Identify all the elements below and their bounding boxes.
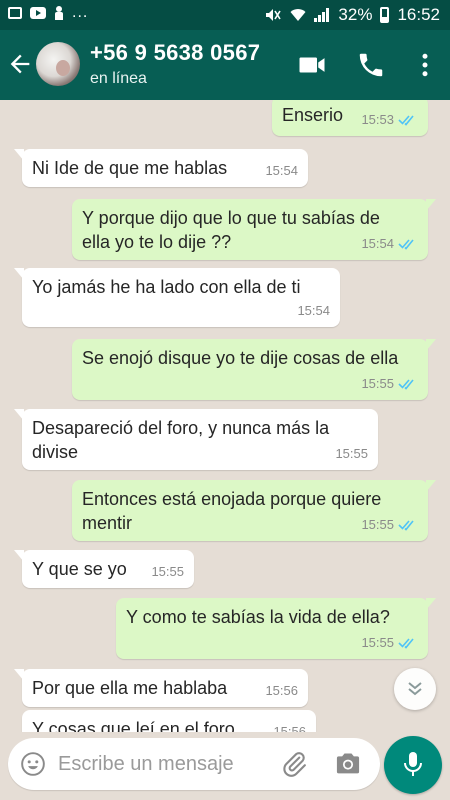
message-meta: 15:54 <box>361 232 418 256</box>
contact-avatar[interactable] <box>36 42 80 86</box>
message-text: Ni Ide de que me hablas <box>32 158 228 178</box>
composer-bar <box>0 732 450 800</box>
read-ticks-icon <box>398 239 414 250</box>
video-call-icon[interactable] <box>297 50 327 80</box>
more-notifications-label: ... <box>72 4 89 21</box>
clock: 16:52 <box>397 5 440 24</box>
message-incoming[interactable]: Y cosas que leí en el foro 15:56 <box>22 710 316 732</box>
message-time: 15:54 <box>361 236 394 251</box>
arrow-back-icon[interactable] <box>6 50 34 78</box>
message-time: 15:54 <box>297 303 330 318</box>
message-meta: 15:55 <box>361 372 418 396</box>
composer-pill <box>8 738 380 790</box>
message-outgoing[interactable]: Entonces está enojada porque quiere ment… <box>72 480 436 541</box>
message-meta: 15:55 <box>361 513 418 537</box>
gallery-notification-icon <box>8 7 22 19</box>
message-text: Yo jamás he ha lado con ella de ti <box>32 277 301 297</box>
message-meta: 15:54 <box>265 159 298 183</box>
message-text: Y que se yo <box>32 559 127 579</box>
read-ticks-icon <box>398 638 414 649</box>
message-time: 15:55 <box>361 635 394 650</box>
wifi-icon <box>290 9 306 21</box>
message-meta: 15:55 <box>335 442 368 466</box>
message-time: 15:55 <box>151 564 184 579</box>
status-bar: ... 32% 16:52 <box>0 0 450 30</box>
message-outgoing[interactable]: Se enojó disque yo te dije cosas de ella… <box>72 339 436 400</box>
read-ticks-icon <box>398 520 414 531</box>
read-ticks-icon <box>398 379 414 390</box>
scroll-to-bottom-button[interactable] <box>394 668 436 710</box>
message-meta: 15:56 <box>265 679 298 703</box>
message-time: 15:53 <box>361 112 394 127</box>
phone-icon[interactable] <box>356 50 386 80</box>
message-text: Se enojó disque yo te dije cosas de ella <box>82 348 399 368</box>
message-meta: 15:56 <box>273 720 306 732</box>
message-incoming[interactable]: Por que ella me hablaba 15:56 <box>14 669 308 707</box>
battery-icon <box>380 7 390 23</box>
battery-percent: 32% <box>338 5 373 24</box>
message-outgoing[interactable]: Y como te sabías la vida de ella? 15:55 <box>116 598 436 659</box>
paperclip-icon[interactable] <box>280 750 308 778</box>
message-text: Enserio <box>282 105 344 125</box>
youtube-notification-icon <box>30 7 46 19</box>
message-meta: 15:53 <box>361 108 418 132</box>
system-indicators: 32% 16:52 <box>264 5 440 25</box>
message-meta: 15:54 <box>297 299 330 323</box>
message-text: Desapareció del foro, y nunca más la div… <box>32 418 330 462</box>
message-time: 15:55 <box>361 517 394 532</box>
chevron-double-down-icon <box>408 682 422 696</box>
message-text: Y cosas que leí en el foro <box>32 719 235 732</box>
read-ticks-icon <box>398 115 414 126</box>
signal-icon <box>314 8 330 22</box>
message-incoming[interactable]: Ni Ide de que me hablas 15:54 <box>14 149 308 187</box>
notification-icons: ... <box>8 4 89 21</box>
message-text: Y como te sabías la vida de ella? <box>126 607 390 627</box>
mute-icon <box>266 9 282 21</box>
person-notification-icon <box>54 6 64 20</box>
message-time: 15:55 <box>335 446 368 461</box>
message-time: 15:56 <box>265 683 298 698</box>
message-input[interactable] <box>58 748 278 780</box>
contact-name[interactable]: +56 9 5638 0567 <box>90 40 260 66</box>
message-list[interactable]: Enserio 15:53 Ni Ide de que me hablas 15… <box>0 100 450 732</box>
message-meta: 15:55 <box>361 631 418 655</box>
message-outgoing[interactable]: Y porque dijo que lo que tu sabías de el… <box>72 199 436 260</box>
microphone-icon <box>404 752 422 776</box>
message-time: 15:54 <box>265 163 298 178</box>
message-time: 15:56 <box>273 724 306 732</box>
camera-icon[interactable] <box>334 750 362 778</box>
message-time: 15:55 <box>361 376 394 391</box>
emoji-icon[interactable] <box>20 751 46 777</box>
message-incoming[interactable]: Yo jamás he ha lado con ella de ti 15:54 <box>14 268 340 327</box>
more-vert-icon[interactable] <box>410 50 440 80</box>
voice-message-button[interactable] <box>384 736 442 794</box>
chat-header: +56 9 5638 0567 en línea <box>0 30 450 100</box>
message-meta: 15:55 <box>151 560 184 584</box>
contact-status: en línea <box>90 70 147 87</box>
message-incoming[interactable]: Desapareció del foro, y nunca más la div… <box>14 409 378 470</box>
message-text: Por que ella me hablaba <box>32 678 228 698</box>
message-incoming[interactable]: Y que se yo 15:55 <box>14 550 194 588</box>
message-outgoing[interactable]: Enserio 15:53 <box>272 100 428 136</box>
message-text: Y porque dijo que lo que tu sabías de el… <box>82 208 380 252</box>
